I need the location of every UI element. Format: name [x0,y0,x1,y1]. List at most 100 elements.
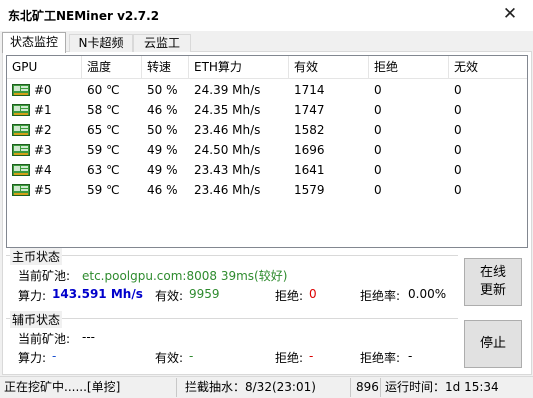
aux-hashrate-label: 算力: [18,351,47,365]
column-header-temperature[interactable]: 温度 [82,56,142,78]
table-row[interactable]: #0 60 ℃ 50 % 24.39 Mh/s 1714 0 0 [7,80,527,100]
close-icon[interactable]: ✕ [487,0,533,31]
hashrate-cell: 24.39 Mh/s [194,83,261,97]
rejected-shares-cell: 0 [374,83,382,97]
share-count-text: 896 [356,380,379,394]
status-separator [176,378,177,397]
main-rejected-label: 拒绝: [275,289,304,303]
gpu-id-cell: #4 [7,160,82,180]
aux-reject-rate-value: - [408,349,413,363]
main-valid-value: 9959 [189,287,220,301]
gpu-id-cell: #3 [7,140,82,160]
hashrate-cell: 23.46 Mh/s [194,123,261,137]
main-reject-rate-value: 0.00% [408,287,447,301]
online-update-button[interactable]: 在线 更新 [464,258,522,306]
table-row[interactable]: #4 63 ℃ 49 % 23.43 Mh/s 1641 0 0 [7,160,527,180]
column-header-fan[interactable]: 转速 [142,56,189,78]
tab-cloud-monitor[interactable]: 云监工 [133,34,191,52]
valid-shares-cell: 1582 [294,123,325,137]
aux-rejected-label: 拒绝: [275,351,304,365]
invalid-shares-cell: 0 [454,143,462,157]
valid-shares-cell: 1579 [294,183,325,197]
main-coin-divider [6,255,458,256]
main-reject-rate-label: 拒绝率: [360,289,401,303]
main-hashrate-label: 算力: [18,289,47,303]
temperature-cell: 63 ℃ [87,163,120,177]
tab-status-monitor[interactable]: 状态监控 [2,32,66,53]
table-row[interactable]: #3 59 ℃ 49 % 24.50 Mh/s 1696 0 0 [7,140,527,160]
invalid-shares-cell: 0 [454,163,462,177]
column-header-rejected[interactable]: 拒绝 [369,56,449,78]
valid-shares-cell: 1696 [294,143,325,157]
gpu-card-icon [12,183,30,196]
rejected-shares-cell: 0 [374,183,382,197]
gpu-id-label: #0 [34,83,52,97]
aux-pool-value: --- [82,330,95,344]
invalid-shares-cell: 0 [454,83,462,97]
gpu-card-icon [12,163,30,176]
gpu-id-label: #3 [34,143,52,157]
hashrate-cell: 24.50 Mh/s [194,143,261,157]
gpu-id-cell: #2 [7,120,82,140]
fan-speed-cell: 50 % [147,83,178,97]
online-update-label-line2: 更新 [479,283,506,298]
window-title: 东北矿工NEMiner v2.7.2 [8,9,160,23]
aux-coin-divider [6,318,458,319]
status-separator [350,378,351,397]
hashrate-cell: 23.43 Mh/s [194,163,261,177]
tab-nvidia-overclock[interactable]: N卡超频 [69,34,133,52]
fan-speed-cell: 50 % [147,123,178,137]
aux-valid-value: - [189,349,194,363]
rejected-shares-cell: 0 [374,163,382,177]
gpu-table[interactable]: GPU 温度 转速 ETH算力 有效 拒绝 无效 #0 60 ℃ 50 % 24.39… [6,55,528,248]
fan-speed-cell: 46 % [147,183,178,197]
aux-valid-label: 有效: [155,351,184,365]
temperature-cell: 58 ℃ [87,103,120,117]
online-update-label-line1: 在线 [479,265,506,280]
gpu-id-label: #1 [34,103,52,117]
status-bar: 正在挖矿中......[单挖] 拦截抽水：8/32(23:01) 896 运行时… [0,376,533,398]
runtime-text: 运行时间：1d 15:34 [385,380,499,394]
gpu-card-icon [12,103,30,116]
hashrate-cell: 24.35 Mh/s [194,103,261,117]
aux-hashrate-value: - [52,349,57,363]
invalid-shares-cell: 0 [454,183,462,197]
temperature-cell: 60 ℃ [87,83,120,97]
gpu-card-icon [12,123,30,136]
valid-shares-cell: 1714 [294,83,325,97]
main-valid-label: 有效: [155,289,184,303]
mining-status-text: 正在挖矿中......[单挖] [4,380,121,394]
table-row[interactable]: #1 58 ℃ 46 % 24.35 Mh/s 1747 0 0 [7,100,527,120]
aux-pool-label: 当前矿池: [18,332,71,346]
aux-reject-rate-label: 拒绝率: [360,351,401,365]
gpu-id-label: #2 [34,123,52,137]
gpu-id-cell: #1 [7,100,82,120]
table-row[interactable]: #2 65 ℃ 50 % 23.46 Mh/s 1582 0 0 [7,120,527,140]
column-header-hashrate[interactable]: ETH算力 [189,56,289,78]
gpu-card-icon [12,83,30,96]
main-coin-section-title: 主币状态 [10,248,63,265]
fan-speed-cell: 49 % [147,163,178,177]
title-bar: 东北矿工NEMiner v2.7.2 ✕ [0,0,533,31]
stop-button[interactable]: 停止 [464,320,522,368]
gpu-id-label: #4 [34,163,52,177]
rejected-shares-cell: 0 [374,123,382,137]
gpu-id-cell: #5 [7,180,82,200]
column-header-invalid[interactable]: 无效 [449,56,527,78]
rejected-shares-cell: 0 [374,103,382,117]
rejected-shares-cell: 0 [374,143,382,157]
aux-coin-section-title: 辅币状态 [10,311,63,328]
aux-rejected-value: - [309,349,314,363]
table-row[interactable]: #5 59 ℃ 46 % 23.46 Mh/s 1579 0 0 [7,180,527,200]
hashrate-cell: 23.46 Mh/s [194,183,261,197]
temperature-cell: 65 ℃ [87,123,120,137]
main-pool-value: etc.poolgpu.com:8008 39ms(较好) [82,269,288,283]
column-header-gpu[interactable]: GPU [7,56,82,78]
gpu-id-label: #5 [34,183,52,197]
gpu-table-header: GPU 温度 转速 ETH算力 有效 拒绝 无效 [7,56,527,79]
temperature-cell: 59 ℃ [87,143,120,157]
dev-fee-intercept-text: 拦截抽水：8/32(23:01) [185,380,316,394]
column-header-valid[interactable]: 有效 [289,56,369,78]
fan-speed-cell: 46 % [147,103,178,117]
main-hashrate-value: 143.591 Mh/s [52,287,143,301]
